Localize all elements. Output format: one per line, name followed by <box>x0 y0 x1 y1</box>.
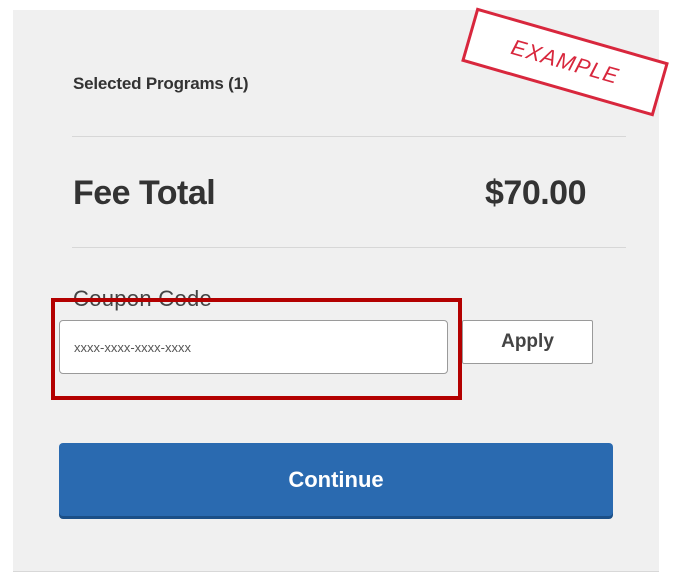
continue-button[interactable]: Continue <box>59 443 613 516</box>
divider <box>72 136 626 137</box>
divider <box>72 247 626 248</box>
coupon-code-input[interactable] <box>59 320 448 374</box>
fee-total-amount: $70.00 <box>485 174 587 212</box>
selected-programs-label: Selected Programs (1) <box>73 74 249 93</box>
apply-coupon-button[interactable]: Apply <box>462 320 593 364</box>
fee-total-label: Fee Total <box>73 174 216 212</box>
coupon-code-label: Coupon Code <box>73 286 213 311</box>
